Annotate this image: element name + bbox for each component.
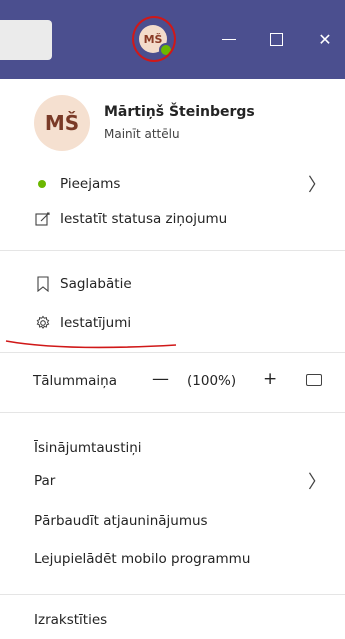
- profile-initials: MŠ: [44, 111, 80, 135]
- chevron-right-icon: 〉: [308, 472, 326, 493]
- zoom-out-button[interactable]: —: [152, 369, 169, 389]
- download-mobile-label: Lejupielādēt mobilo programmu: [34, 551, 251, 567]
- settings-menu-item[interactable]: Iestatījumi: [34, 314, 131, 332]
- gear-icon: [34, 314, 52, 332]
- sign-out-label: Izrakstīties: [34, 612, 108, 628]
- maximize-button[interactable]: [261, 26, 291, 52]
- shortcuts-label: Īsinājumtaustiņi: [34, 440, 142, 456]
- check-updates-label: Pārbaudīt atjauninājumus: [34, 513, 208, 529]
- about-label: Par: [34, 473, 56, 489]
- change-photo-link[interactable]: Mainīt attēlu: [104, 127, 180, 141]
- divider: [0, 352, 345, 353]
- fit-to-screen-icon[interactable]: [306, 374, 322, 386]
- annotation-underline: [5, 340, 177, 349]
- keyboard-shortcuts-item[interactable]: Īsinājumtaustiņi: [34, 440, 142, 456]
- status-label: Pieejams: [60, 176, 121, 192]
- divider: [0, 412, 345, 413]
- maximize-icon: [269, 32, 283, 46]
- profile-avatar[interactable]: MŠ: [34, 95, 90, 151]
- about-menu-item[interactable]: Par 〉: [34, 472, 326, 493]
- download-mobile-app-item[interactable]: Lejupielādēt mobilo programmu: [34, 551, 250, 567]
- close-icon: ✕: [318, 29, 332, 49]
- minimize-button[interactable]: [214, 26, 244, 52]
- search-box[interactable]: [0, 20, 52, 60]
- close-button[interactable]: ✕: [310, 26, 340, 52]
- profile-name: Mārtiņš Šteinbergs: [104, 104, 255, 120]
- set-status-message-label: Iestatīt statusa ziņojumu: [60, 211, 228, 227]
- status-menu-item[interactable]: Pieejams 〉: [34, 175, 326, 196]
- zoom-value: (100%): [187, 373, 237, 389]
- set-status-message-item[interactable]: Iestatīt statusa ziņojumu: [34, 210, 227, 228]
- title-bar: MŠ ✕: [0, 0, 345, 79]
- zoom-label: Tālummaiņa: [33, 373, 117, 389]
- zoom-in-button[interactable]: +: [263, 369, 277, 389]
- saved-menu-item[interactable]: Saglabātie: [34, 275, 132, 293]
- settings-label: Iestatījumi: [60, 315, 132, 331]
- chevron-right-icon: 〉: [308, 175, 326, 196]
- available-status-icon: [38, 180, 46, 188]
- minimize-icon: [222, 38, 236, 40]
- sign-out-item[interactable]: Izrakstīties: [34, 612, 107, 628]
- divider: [0, 250, 345, 251]
- saved-label: Saglabātie: [60, 276, 132, 292]
- divider: [0, 594, 345, 595]
- edit-message-icon: [34, 210, 52, 228]
- check-updates-item[interactable]: Pārbaudīt atjauninājumus: [34, 513, 208, 529]
- annotation-circle: [132, 16, 176, 62]
- bookmark-icon: [34, 275, 52, 293]
